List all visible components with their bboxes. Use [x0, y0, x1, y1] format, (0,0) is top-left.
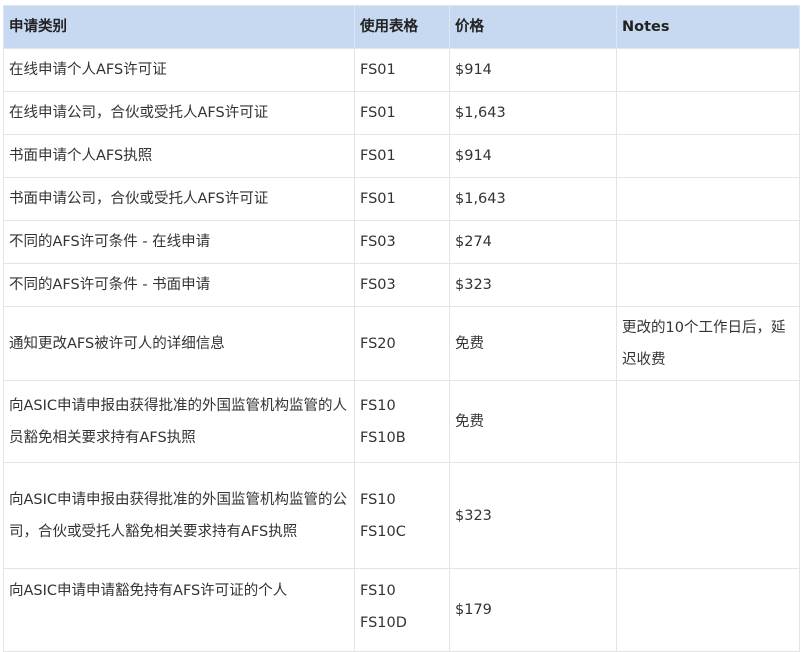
cell-application-type: 书面申请公司，合伙或受托人AFS许可证 — [3, 177, 355, 221]
cell-application-type: 在线申请公司，合伙或受托人AFS许可证 — [3, 91, 355, 135]
cell-price: $914 — [449, 48, 617, 92]
cell-form: FS10 FS10C — [354, 462, 450, 569]
cell-form: FS01 — [354, 134, 450, 178]
header-form: 使用表格 — [354, 5, 450, 49]
cell-application-type: 向ASIC申请申报由获得批准的外国监管机构监管的公司，合伙或受托人豁免相关要求持… — [3, 462, 355, 569]
cell-form: FS03 — [354, 263, 450, 307]
cell-form: FS20 — [354, 306, 450, 381]
cell-price: $323 — [449, 462, 617, 569]
cell-notes — [616, 134, 800, 178]
form-code: FS10D — [360, 615, 407, 631]
form-code: FS10C — [360, 523, 406, 540]
cell-form: FS10 FS10D — [354, 568, 450, 652]
table-row: 向ASIC申请申请豁免持有AFS许可证的个人 FS10 FS10D $179 — [3, 568, 800, 652]
form-code: FS10 — [360, 491, 396, 508]
cell-notes: 更改的10个工作日后，延迟收费 — [616, 306, 800, 381]
cell-price: 免费 — [449, 306, 617, 381]
cell-price: 免费 — [449, 380, 617, 463]
cell-application-type: 向ASIC申请申报由获得批准的外国监管机构监管的人员豁免相关要求持有AFS执照 — [3, 380, 355, 463]
fees-table: 申请类别 使用表格 价格 Notes 在线申请个人AFS许可证 FS01 $91… — [3, 5, 800, 652]
table-row: 向ASIC申请申报由获得批准的外国监管机构监管的公司，合伙或受托人豁免相关要求持… — [3, 462, 800, 569]
table-row: 不同的AFS许可条件 - 在线申请 FS03 $274 — [3, 220, 800, 264]
table-row: 通知更改AFS被许可人的详细信息 FS20 免费 更改的10个工作日后，延迟收费 — [3, 306, 800, 381]
cell-application-type: 在线申请个人AFS许可证 — [3, 48, 355, 92]
cell-form: FS10 FS10B — [354, 380, 450, 463]
cell-application-type: 向ASIC申请申请豁免持有AFS许可证的个人 — [3, 568, 355, 652]
table-row: 在线申请公司，合伙或受托人AFS许可证 FS01 $1,643 — [3, 91, 800, 135]
cell-price: $1,643 — [449, 177, 617, 221]
table-header-row: 申请类别 使用表格 价格 Notes — [3, 5, 800, 49]
cell-price: $1,643 — [449, 91, 617, 135]
form-code: FS10 — [360, 397, 396, 414]
cell-application-type: 不同的AFS许可条件 - 书面申请 — [3, 263, 355, 307]
table-row: 书面申请个人AFS执照 FS01 $914 — [3, 134, 800, 178]
cell-form: FS01 — [354, 91, 450, 135]
cell-application-type: 不同的AFS许可条件 - 在线申请 — [3, 220, 355, 264]
cell-price: $179 — [449, 568, 617, 652]
cell-price: $323 — [449, 263, 617, 307]
table-row: 向ASIC申请申报由获得批准的外国监管机构监管的人员豁免相关要求持有AFS执照 … — [3, 380, 800, 463]
cell-notes — [616, 462, 800, 569]
cell-notes — [616, 568, 800, 652]
cell-form: FS03 — [354, 220, 450, 264]
cell-notes — [616, 220, 800, 264]
table-row: 不同的AFS许可条件 - 书面申请 FS03 $323 — [3, 263, 800, 307]
cell-application-type: 书面申请个人AFS执照 — [3, 134, 355, 178]
cell-notes — [616, 263, 800, 307]
form-code: FS10B — [360, 429, 406, 446]
cell-notes — [616, 48, 800, 92]
cell-form: FS01 — [354, 48, 450, 92]
form-code: FS10 — [360, 583, 396, 599]
header-price: 价格 — [449, 5, 617, 49]
cell-price: $274 — [449, 220, 617, 264]
header-application-type: 申请类别 — [3, 5, 355, 49]
header-notes: Notes — [616, 5, 800, 49]
cell-form: FS01 — [354, 177, 450, 221]
table-row: 在线申请个人AFS许可证 FS01 $914 — [3, 48, 800, 92]
cell-notes — [616, 380, 800, 463]
cell-price: $914 — [449, 134, 617, 178]
cell-notes — [616, 177, 800, 221]
cell-notes — [616, 91, 800, 135]
cell-application-type: 通知更改AFS被许可人的详细信息 — [3, 306, 355, 381]
table-row: 书面申请公司，合伙或受托人AFS许可证 FS01 $1,643 — [3, 177, 800, 221]
